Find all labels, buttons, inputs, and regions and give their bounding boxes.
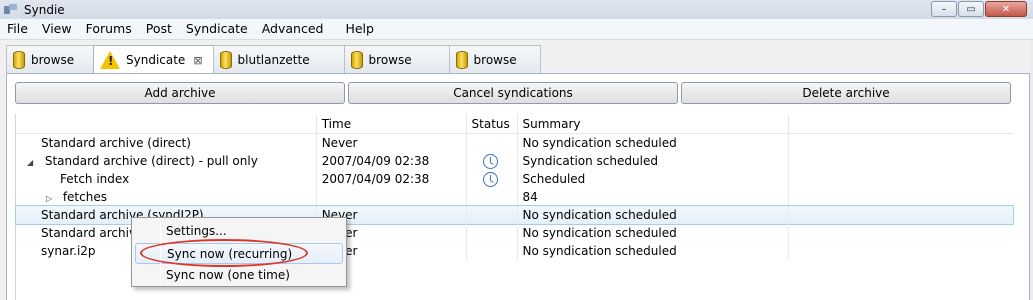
column-header-time[interactable]: Time (317, 114, 467, 134)
tab-syndicate[interactable]: Syndicate ⊠ (93, 45, 214, 74)
archive-summary: No syndication scheduled (518, 206, 790, 224)
tab-label: Syndicate (126, 53, 186, 67)
tab-label: browse (368, 52, 412, 67)
expanded-arrow-icon[interactable]: ◢ (27, 154, 37, 170)
menu-syndicate[interactable]: Syndicate (179, 19, 255, 39)
row-filler (789, 224, 1013, 242)
archive-time: Never (317, 134, 467, 152)
database-icon (455, 50, 468, 69)
table-row[interactable]: ◢ Standard archive (direct) - pull only … (16, 152, 1013, 170)
minimize-button[interactable]: – (931, 1, 957, 17)
database-icon (350, 50, 363, 69)
tab-blutlanzette[interactable]: blutlanzette (212, 45, 345, 73)
tab-browse-1[interactable]: browse (6, 45, 94, 73)
database-icon (219, 50, 232, 69)
archive-summary: Scheduled (518, 170, 790, 188)
archive-time: 2007/04/09 02:38 (317, 170, 467, 188)
menu-item-sync-now-one-time[interactable]: Sync now (one time) (132, 265, 346, 286)
row-filler (789, 134, 1013, 152)
column-header-name[interactable] (16, 114, 317, 134)
menu-forums[interactable]: Forums (79, 19, 139, 39)
warning-icon (100, 51, 120, 69)
archive-name-cell: ◢ Standard archive (direct) - pull only (16, 152, 317, 170)
archive-name: Standard archive (direct) (16, 134, 317, 152)
database-icon (13, 50, 25, 69)
archive-status (467, 206, 518, 224)
title-bar: Syndie – ▭ ✕ (0, 0, 1033, 19)
archive-name: Fetch index (16, 170, 317, 188)
app-icon (4, 3, 18, 16)
archive-name: Standard archive (direct) - pull only (44, 154, 258, 168)
menu-advanced[interactable]: Advanced (255, 19, 331, 39)
archive-status (467, 152, 518, 170)
delete-archive-button[interactable]: Delete archive (681, 82, 1011, 104)
row-filler (789, 188, 1013, 206)
tab-strip: browse Syndicate ⊠ blutlanzette browse b… (6, 45, 541, 74)
tab-label: browse (31, 52, 75, 67)
archive-time: 2007/04/09 02:38 (317, 152, 467, 170)
add-archive-button[interactable]: Add archive (15, 82, 345, 104)
maximize-button[interactable]: ▭ (958, 1, 984, 17)
archive-time (317, 188, 467, 206)
toolbar: Add archive Cancel syndications Delete a… (15, 82, 1011, 104)
table-row[interactable]: Fetch index 2007/04/09 02:38 Scheduled (16, 170, 1013, 188)
row-filler (789, 242, 1013, 260)
tab-close-icon[interactable]: ⊠ (193, 54, 202, 67)
archive-status (467, 134, 518, 152)
archive-summary: 84 (518, 188, 790, 206)
archive-summary: Syndication scheduled (518, 152, 790, 170)
row-filler (789, 170, 1013, 188)
archive-name-cell: ▷ fetches (16, 188, 317, 206)
menu-bar: File View Forums Post Syndicate Advanced… (0, 19, 1033, 39)
clock-icon (482, 172, 498, 187)
table-row[interactable]: Standard archive (direct) Never No syndi… (16, 134, 1013, 152)
menu-post[interactable]: Post (139, 19, 179, 39)
row-filler (789, 152, 1013, 170)
archive-status (467, 224, 518, 242)
cancel-syndications-button[interactable]: Cancel syndications (348, 82, 678, 104)
archive-summary: No syndication scheduled (518, 224, 790, 242)
menu-view[interactable]: View (35, 19, 79, 39)
archive-summary: No syndication scheduled (518, 242, 790, 260)
archive-status (467, 242, 518, 260)
window-title: Syndie (24, 2, 65, 17)
menu-file[interactable]: File (0, 19, 35, 39)
tab-browse-2[interactable]: browse (343, 45, 450, 73)
column-header-status[interactable]: Status (467, 114, 518, 134)
menu-help[interactable]: Help (338, 19, 381, 39)
table-row[interactable]: ▷ fetches 84 (16, 188, 1013, 206)
window-controls: – ▭ ✕ (931, 1, 1027, 17)
tab-label: browse (473, 52, 517, 67)
archive-name: fetches (62, 190, 107, 204)
close-button[interactable]: ✕ (985, 1, 1027, 17)
archive-status (467, 170, 518, 188)
table-header: Time Status Summary (16, 114, 1013, 134)
clock-icon (482, 154, 498, 169)
column-header-summary[interactable]: Summary (518, 114, 790, 134)
column-header-filler (789, 114, 1013, 134)
tab-browse-3[interactable]: browse (448, 45, 541, 73)
tab-label: blutlanzette (237, 52, 310, 67)
row-filler (789, 206, 1013, 224)
archive-status (467, 188, 518, 206)
archive-summary: No syndication scheduled (518, 134, 790, 152)
collapsed-arrow-icon[interactable]: ▷ (46, 190, 56, 206)
annotation-ellipse (140, 239, 308, 267)
